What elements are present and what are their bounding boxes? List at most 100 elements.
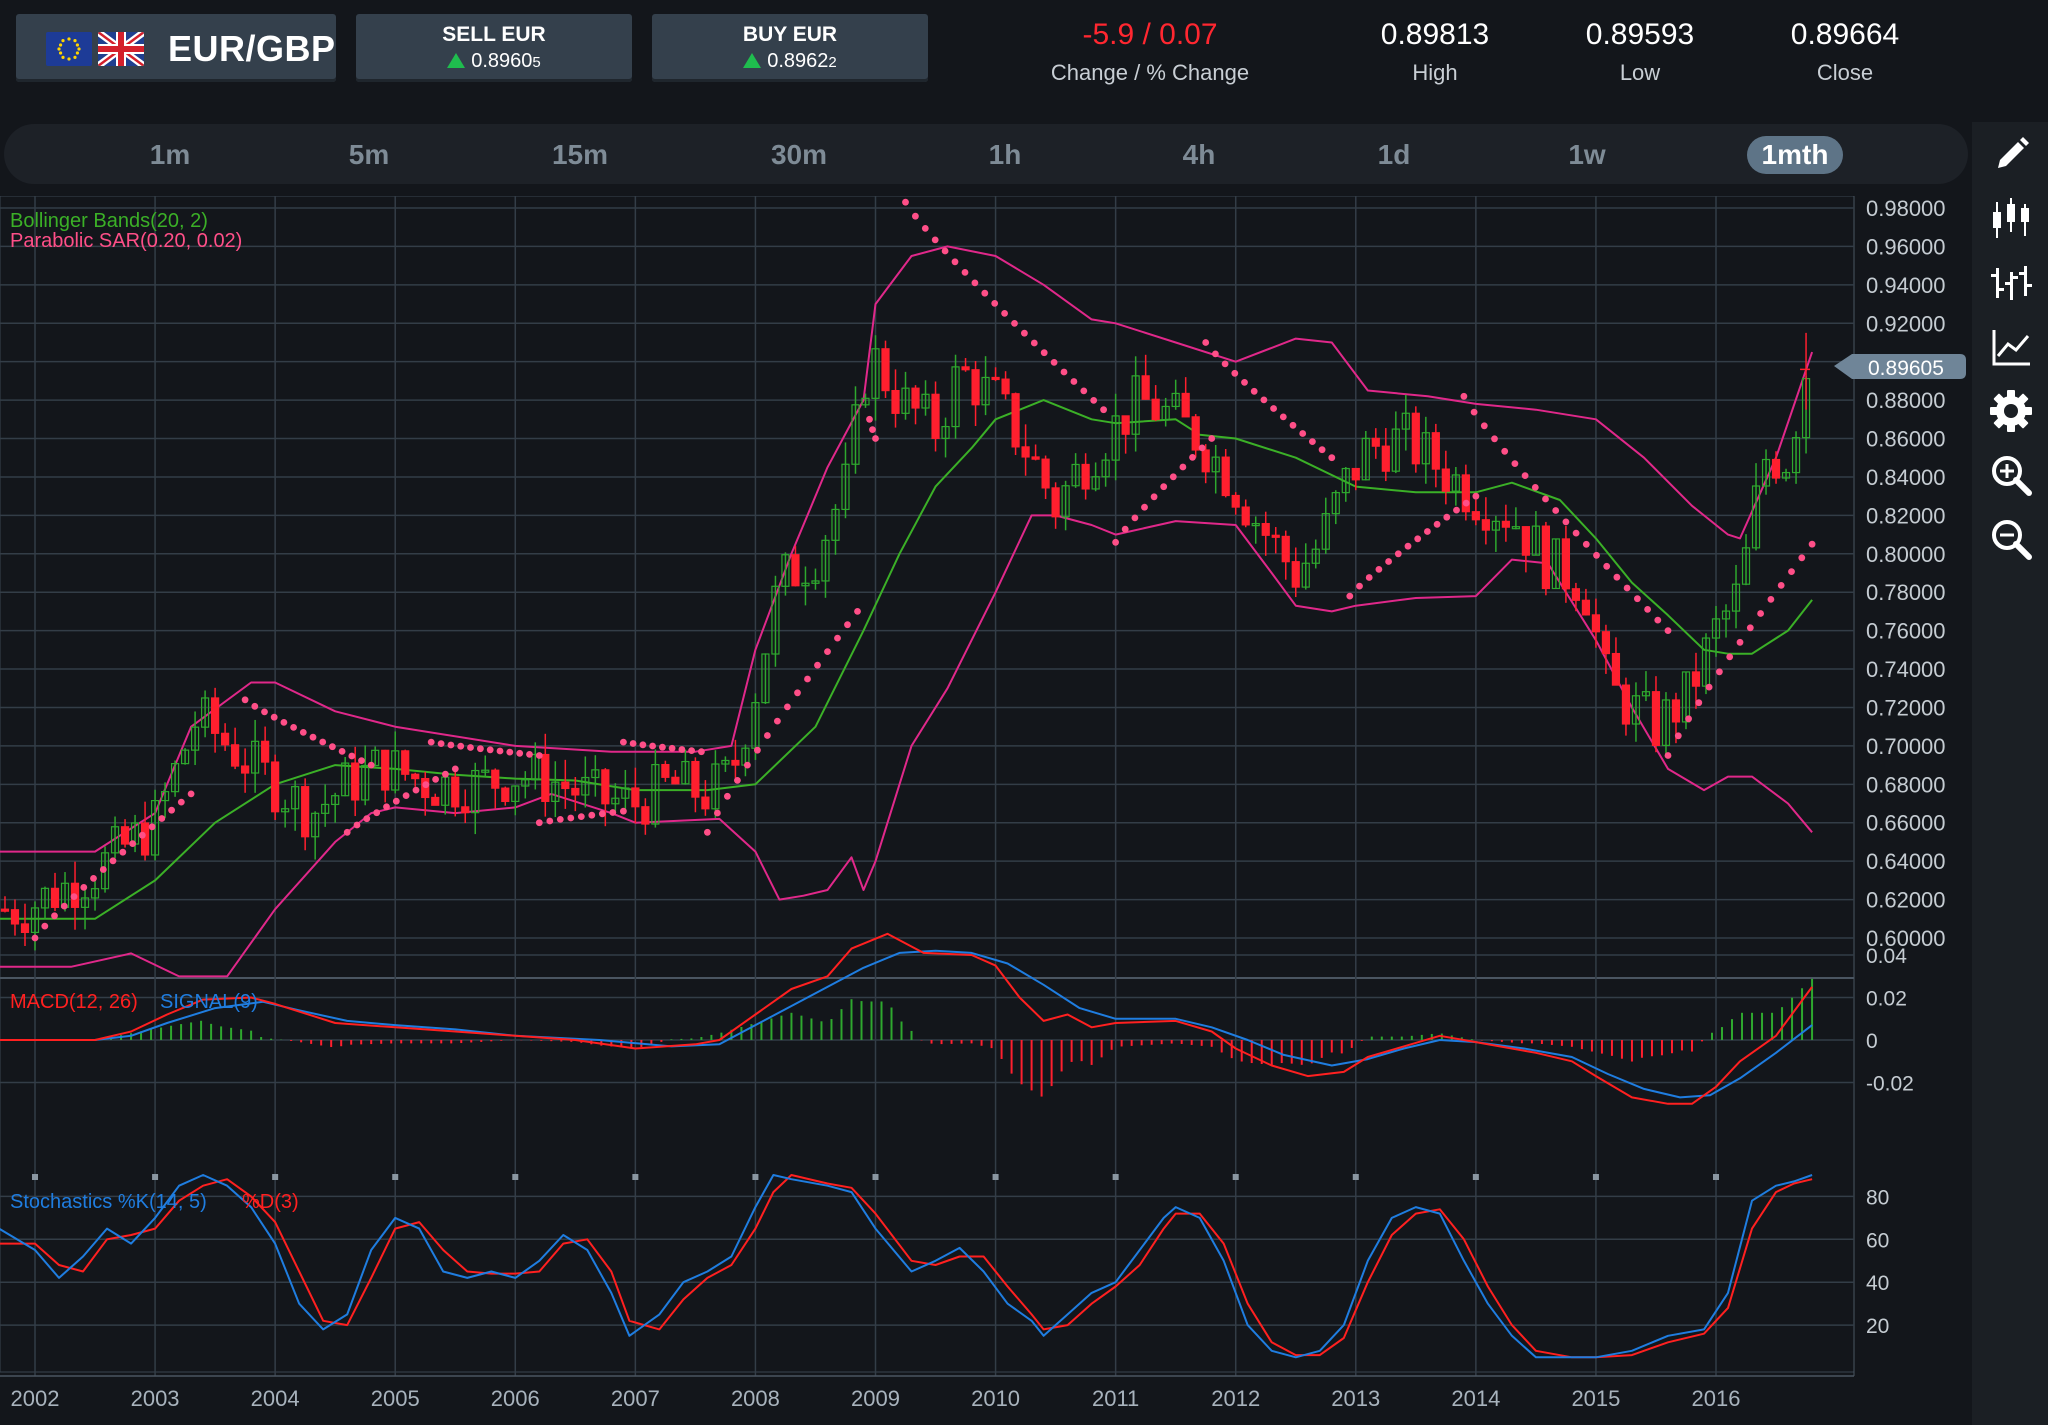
timeframe-4h[interactable]: 4h xyxy=(1174,136,1224,174)
sar-dot xyxy=(1511,460,1519,467)
zoom-in-icon[interactable] xyxy=(1986,450,2036,500)
candle-down xyxy=(931,393,940,439)
timeframe-15m[interactable]: 15m xyxy=(543,136,617,174)
buy-price: 0.89622 xyxy=(652,50,928,73)
sar-dot xyxy=(422,781,430,789)
candle-down xyxy=(1271,534,1280,538)
sar-dot xyxy=(546,817,554,825)
candle-down xyxy=(541,753,550,802)
sar-dot xyxy=(437,740,445,747)
sar-dot xyxy=(412,786,420,794)
sar-dot xyxy=(290,724,297,731)
sar-dot xyxy=(270,713,278,721)
sar-dot xyxy=(1603,562,1611,570)
sar-dot xyxy=(1664,752,1672,759)
sar-dot xyxy=(1593,551,1600,559)
sell-button[interactable]: SELL EUR 0.89605 xyxy=(356,14,632,82)
candle-down xyxy=(961,366,970,371)
sar-dot xyxy=(620,807,627,815)
sar-dot xyxy=(1318,446,1326,454)
panel-marker xyxy=(1592,1174,1599,1180)
sar-dot xyxy=(734,777,741,784)
sar-dot xyxy=(1757,610,1764,617)
panel-marker xyxy=(152,1174,159,1180)
timeframe-1h[interactable]: 1h xyxy=(980,136,1030,174)
timeframe-1d[interactable]: 1d xyxy=(1369,136,1419,174)
sar-dot xyxy=(754,746,761,754)
sar-dot xyxy=(834,634,841,642)
x-tick-label: 2013 xyxy=(1331,1386,1380,1411)
candle-down xyxy=(601,769,610,805)
buy-button[interactable]: BUY EUR 0.89622 xyxy=(652,14,928,82)
timeframe-1mth[interactable]: 1mth xyxy=(1747,136,1843,174)
sar-dot xyxy=(1716,668,1723,676)
sar-dot xyxy=(60,902,68,910)
candle-down xyxy=(451,776,460,808)
sar-dot xyxy=(866,415,873,423)
timeframe-1w[interactable]: 1w xyxy=(1562,136,1612,174)
panel-marker xyxy=(32,1174,38,1180)
close-stat: 0.89664 Close xyxy=(1765,18,1925,86)
low-value: 0.89593 xyxy=(1585,18,1695,51)
candle-down xyxy=(1021,446,1030,458)
sar-dot xyxy=(51,912,58,920)
macd-line xyxy=(0,932,1813,1105)
timeframe-30m[interactable]: 30m xyxy=(759,136,839,174)
candle-down xyxy=(891,389,900,414)
panel-marker xyxy=(272,1174,279,1180)
sar-dot xyxy=(319,738,327,746)
timeframe-5m[interactable]: 5m xyxy=(339,136,399,174)
candle-down xyxy=(1591,614,1601,633)
sar-dot xyxy=(535,819,543,827)
x-tick-label: 2005 xyxy=(371,1386,420,1411)
line-chart-icon[interactable] xyxy=(1986,322,2036,372)
sar-dot xyxy=(1664,627,1672,634)
instrument-selector[interactable]: EUR/GBP xyxy=(16,14,336,82)
panel-marker xyxy=(1472,1174,1479,1180)
price-chart[interactable]: 2002 2003 2004 2005 2006 2007 2008 2009 2010 2011… xyxy=(0,196,1970,1425)
sar-dot xyxy=(261,708,268,716)
sar-dot xyxy=(577,813,585,820)
sar-dot xyxy=(1375,566,1383,573)
buy-price-pip: 2 xyxy=(828,54,837,71)
ohlc-bars-icon[interactable] xyxy=(1986,258,2036,308)
zoom-out-icon[interactable] xyxy=(1986,514,2036,564)
drawing-toolbar xyxy=(1972,122,2048,1425)
sar-dot xyxy=(1260,396,1268,404)
pencil-icon[interactable] xyxy=(1986,130,2036,180)
sar-dot xyxy=(1736,638,1744,646)
sar-dot xyxy=(912,212,919,220)
sar-dot xyxy=(496,747,504,755)
sar-dot xyxy=(1346,592,1354,600)
sar-dot xyxy=(688,747,695,754)
candle-down xyxy=(1001,378,1010,395)
sar-dot xyxy=(158,815,166,822)
sar-dot xyxy=(1141,503,1148,511)
sar-dot xyxy=(348,752,356,760)
sar-dot xyxy=(1121,525,1129,533)
sar-dot xyxy=(90,875,97,882)
sar-dot xyxy=(1644,606,1651,613)
candle-down xyxy=(671,776,680,785)
sar-dot xyxy=(869,426,876,433)
sar-dot xyxy=(99,866,107,873)
candle-down xyxy=(1241,506,1250,526)
change-stat: -5.9 / 0.07 Change / % Change xyxy=(1030,18,1270,86)
sar-dot xyxy=(902,198,909,206)
macd-legend: MACD(12, 26) xyxy=(10,991,138,1013)
price-tick-label: 0.64000 xyxy=(1866,849,1946,874)
gear-icon[interactable] xyxy=(1986,386,2036,436)
candle-down xyxy=(1441,468,1450,492)
candlestick-icon[interactable] xyxy=(1986,194,2036,244)
sar-dot xyxy=(329,743,336,751)
candle-down xyxy=(631,787,640,808)
candle-down xyxy=(881,348,890,392)
signal-line xyxy=(0,949,1813,1099)
sar-dot xyxy=(556,816,564,823)
price-up-icon xyxy=(743,53,762,68)
timeframe-1m[interactable]: 1m xyxy=(140,136,200,174)
sar-dot xyxy=(1221,360,1229,368)
sar-dot xyxy=(1394,550,1402,558)
high-stat: 0.89813 High xyxy=(1355,18,1515,86)
candle-down xyxy=(501,787,510,803)
